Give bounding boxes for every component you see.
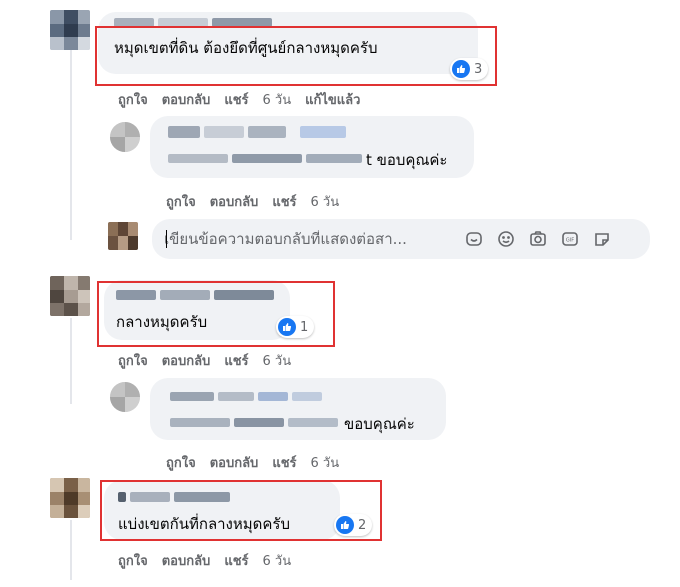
avatar-sticker-icon[interactable]	[592, 229, 612, 249]
like-button[interactable]: ถูกใจ	[166, 191, 196, 212]
reply-text: ขอบคุณค่ะ	[344, 415, 415, 433]
reply-button[interactable]: ตอบกลับ	[162, 89, 211, 110]
sticker-icon[interactable]	[464, 229, 484, 249]
reply-button[interactable]: ตอบกลับ	[210, 452, 259, 473]
reply-text: t ขอบคุณค่ะ	[366, 151, 448, 169]
like-button[interactable]: ถูกใจ	[166, 452, 196, 473]
comment-actions: ถูกใจ ตอบกลับ แชร์ 6 วัน	[118, 350, 291, 371]
reply-composer: GIF	[152, 219, 650, 259]
share-button[interactable]: แชร์	[224, 89, 248, 110]
share-button[interactable]: แชร์	[224, 550, 248, 571]
svg-text:GIF: GIF	[566, 238, 574, 244]
comment-actions: ถูกใจ ตอบกลับ แชร์ 6 วัน	[118, 550, 291, 571]
avatar[interactable]	[50, 276, 90, 316]
reply-timestamp[interactable]: 6 วัน	[311, 191, 340, 212]
thread-line	[70, 520, 72, 580]
comment-timestamp[interactable]: 6 วัน	[263, 89, 292, 110]
reply-timestamp[interactable]: 6 วัน	[311, 452, 340, 473]
reply-author-name[interactable]	[168, 126, 200, 138]
reply-input[interactable]	[164, 230, 460, 248]
avatar[interactable]	[110, 122, 140, 152]
like-button[interactable]: ถูกใจ	[118, 350, 148, 371]
emoji-icon[interactable]	[496, 229, 516, 249]
reply-bubble: t ขอบคุณค่ะ	[150, 116, 474, 178]
edited-label[interactable]: แก้ไขแล้ว	[305, 89, 360, 110]
share-button[interactable]: แชร์	[272, 452, 296, 473]
highlight-box	[97, 281, 335, 347]
text-caret	[166, 230, 167, 248]
reply-bubble: ขอบคุณค่ะ	[150, 378, 446, 440]
highlight-box	[100, 480, 382, 541]
reply-actions: ถูกใจ ตอบกลับ แชร์ 6 วัน	[166, 452, 339, 473]
reply-author-name[interactable]	[170, 392, 214, 401]
share-button[interactable]: แชร์	[224, 350, 248, 371]
comment-timestamp[interactable]: 6 วัน	[263, 550, 292, 571]
thread-line	[70, 50, 72, 240]
reply-button[interactable]: ตอบกลับ	[210, 191, 259, 212]
comment-timestamp[interactable]: 6 วัน	[263, 350, 292, 371]
current-user-avatar	[108, 222, 138, 250]
gif-icon[interactable]: GIF	[560, 229, 580, 249]
avatar[interactable]	[50, 478, 90, 518]
camera-icon[interactable]	[528, 229, 548, 249]
avatar[interactable]	[110, 382, 140, 412]
reply-button[interactable]: ตอบกลับ	[162, 350, 211, 371]
comment-actions: ถูกใจ ตอบกลับ แชร์ 6 วัน แก้ไขแล้ว	[118, 89, 360, 110]
like-button[interactable]: ถูกใจ	[118, 89, 148, 110]
avatar[interactable]	[50, 10, 90, 50]
share-button[interactable]: แชร์	[272, 191, 296, 212]
thread-line	[70, 318, 72, 404]
like-button[interactable]: ถูกใจ	[118, 550, 148, 571]
highlight-box	[95, 26, 497, 86]
reply-button[interactable]: ตอบกลับ	[162, 550, 211, 571]
reply-actions: ถูกใจ ตอบกลับ แชร์ 6 วัน	[166, 191, 339, 212]
